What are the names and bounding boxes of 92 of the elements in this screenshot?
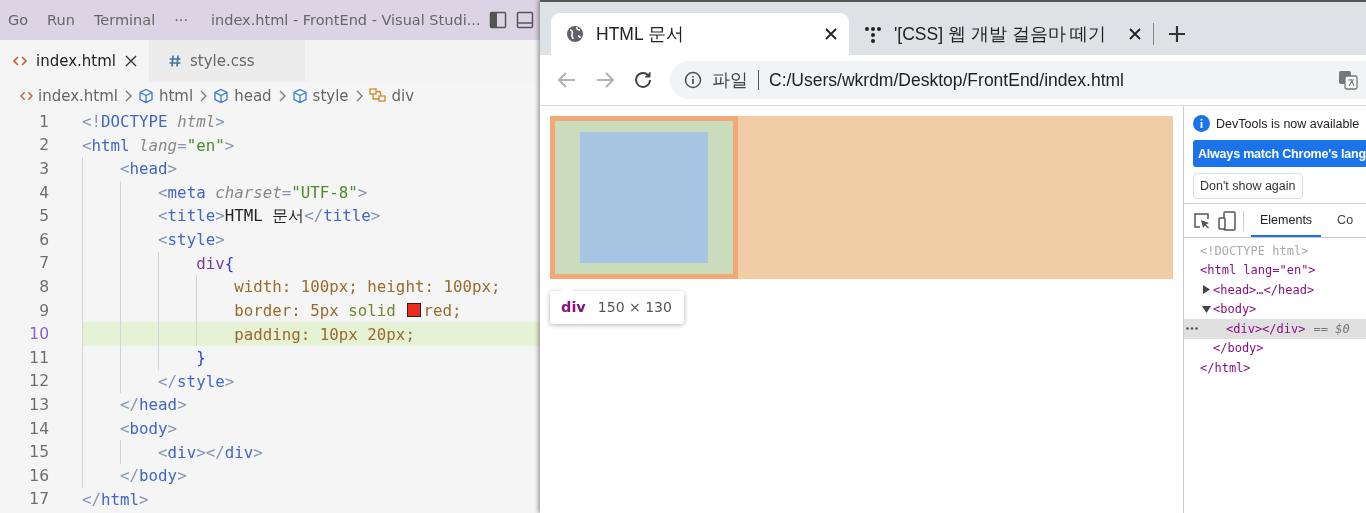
code-line: </html> <box>82 489 149 509</box>
line-number: 6 <box>38 230 49 249</box>
line-number: 17 <box>28 490 49 509</box>
cube-icon <box>291 88 308 104</box>
info-icon <box>684 71 702 89</box>
notice-text: DevTools is now available <box>1216 116 1360 131</box>
code-line: <!DOCTYPE html> <box>82 112 225 132</box>
scheme-label: 파일 <box>712 69 748 92</box>
line-number: 16 <box>28 466 49 485</box>
code-line: <body> <box>119 419 178 438</box>
line-number: 11 <box>28 348 49 367</box>
line-number: 15 <box>28 443 49 462</box>
line-number: 1 <box>38 112 49 131</box>
line-number: 4 <box>38 183 49 202</box>
line-number: 12 <box>28 372 49 391</box>
code-line: width: 100px; height: 100px; <box>233 277 501 297</box>
browser-tab[interactable]: HTML 문서 <box>551 13 849 55</box>
hash-icon <box>169 55 181 67</box>
close-icon[interactable] <box>825 28 837 40</box>
code-line: </style> <box>157 371 235 391</box>
reload-icon[interactable] <box>632 69 654 91</box>
code-line: <meta charset="UTF-8"> <box>157 183 368 203</box>
line-number: 9 <box>38 301 49 320</box>
code-line: </head> <box>119 395 187 415</box>
code-line: padding: 10px 20px; <box>233 324 415 344</box>
collapsed-triangle-icon[interactable] <box>1202 285 1211 295</box>
code-line: <html lang="en"> <box>82 135 235 155</box>
editor-tab[interactable]: style.css <box>149 40 305 82</box>
code-line: </body> <box>119 466 187 486</box>
chevron-icon <box>355 90 364 102</box>
close-icon[interactable] <box>125 55 137 67</box>
node-reference: == $0 <box>1313 321 1350 336</box>
line-number: 3 <box>38 160 49 178</box>
code-icon <box>13 56 27 66</box>
close-icon[interactable] <box>1128 28 1141 40</box>
dom-node[interactable]: <head>…</head> <box>1213 282 1315 297</box>
menu-item[interactable]: Run <box>47 12 75 28</box>
browser-tab[interactable]: '[CSS] 웹 개발 걸음마 떼기 <box>849 13 1153 55</box>
menu-item[interactable]: Terminal <box>93 12 156 28</box>
url-text: C:/Users/wkrdm/Desktop/FrontEnd/index.html <box>769 69 1125 91</box>
dom-node[interactable]: <body> <box>1213 302 1257 317</box>
info-icon <box>1193 115 1210 132</box>
chevron-icon <box>200 90 209 102</box>
line-number: 10 <box>28 325 49 344</box>
globe-icon <box>566 25 584 43</box>
dom-node[interactable]: <html lang="en"> <box>1200 263 1316 278</box>
dont-show-button[interactable]: Don't show again <box>1193 173 1303 199</box>
cube-icon <box>138 88 154 104</box>
new-tab-button[interactable] <box>1167 25 1186 43</box>
line-number: 13 <box>28 395 49 414</box>
code-line: border: 5px solid red; <box>233 301 462 321</box>
code-line: <div></div> <box>157 442 263 462</box>
translate-icon[interactable] <box>1338 70 1358 90</box>
line-number: 14 <box>28 419 49 438</box>
breadcrumb-item[interactable]: div <box>391 87 415 105</box>
chevron-icon <box>278 90 287 102</box>
line-number: 5 <box>38 207 49 226</box>
devtools-tab[interactable]: Elements <box>1251 204 1322 237</box>
expanded-triangle-icon[interactable] <box>1202 304 1211 314</box>
address-bar[interactable]: 파일 C:/Users/wkrdm/Desktop/FrontEnd/index.html <box>670 61 1366 99</box>
window-title: index.html - FrontEnd - Visual Studi... <box>211 12 481 28</box>
inspect-icon[interactable] <box>1193 211 1211 230</box>
dom-node[interactable]: </body> <box>1213 341 1264 356</box>
code-line: div{ <box>195 253 235 273</box>
more-icon[interactable] <box>1186 327 1198 331</box>
code-icon <box>20 91 33 101</box>
match-language-button[interactable]: Always match Chrome's lang <box>1193 140 1366 167</box>
dom-node[interactable]: <div></div> <box>1226 321 1306 336</box>
breadcrumb-item[interactable]: head <box>234 87 272 105</box>
cube-icon <box>213 88 230 104</box>
menu-item[interactable]: ··· <box>174 12 189 28</box>
panel-toggle-icon[interactable] <box>515 11 534 29</box>
device-icon[interactable] <box>1218 210 1236 231</box>
code-line: <head> <box>119 159 178 179</box>
line-number: 7 <box>38 254 49 273</box>
dots-icon <box>864 25 882 43</box>
menu-item[interactable]: Go <box>8 12 29 28</box>
breadcrumb-item[interactable]: html <box>159 87 194 105</box>
line-number: 8 <box>38 277 49 296</box>
devtools-tab[interactable]: Co <box>1328 204 1356 237</box>
line-number: 2 <box>38 136 49 155</box>
breadcrumb-item[interactable]: style <box>312 87 349 105</box>
chevron-icon <box>125 90 133 102</box>
element-tooltip: div 150 × 130 <box>550 291 684 324</box>
nodes-icon <box>368 88 387 104</box>
code-line: } <box>195 348 206 368</box>
breadcrumb-item[interactable]: index.html <box>38 87 118 105</box>
selected-node-row[interactable]: <div></div> == $0 <box>1184 319 1366 339</box>
sidebar-toggle-icon[interactable] <box>488 11 507 29</box>
code-line: <style> <box>157 230 225 250</box>
dom-node[interactable]: </html> <box>1200 360 1251 375</box>
code-line: <title>HTML 문서</title> <box>157 205 381 227</box>
